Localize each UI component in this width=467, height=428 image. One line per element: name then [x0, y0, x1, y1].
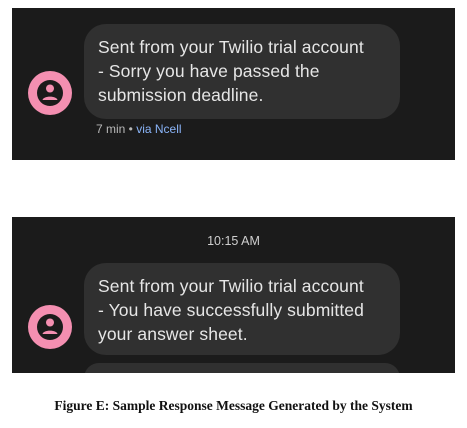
message-line: your answer sheet. — [98, 324, 248, 344]
message-bubble[interactable]: Sent from your Twilio trial account - So… — [84, 24, 400, 119]
message-line: - Sorry you have passed the — [98, 61, 320, 81]
message-line: submission deadline. — [98, 85, 264, 105]
message-line: Sent from your Twilio trial account — [98, 37, 364, 57]
message-time: 7 min — [96, 122, 126, 136]
message-screenshot-1: Sent from your Twilio trial account - So… — [12, 8, 455, 160]
figure-caption: Figure E: Sample Response Message Genera… — [54, 398, 413, 413]
person-icon — [37, 314, 63, 340]
next-message-bubble[interactable] — [84, 363, 400, 373]
message-line: Sent from your Twilio trial account — [98, 276, 364, 296]
message-screenshot-2: 10:15 AM Sent from your Twilio trial acc… — [12, 217, 455, 373]
contact-avatar[interactable] — [28, 71, 72, 115]
conversation-timestamp: 10:15 AM — [207, 234, 260, 248]
carrier-label: via Ncell — [136, 122, 182, 136]
meta-separator: • — [125, 122, 137, 136]
message-meta: 7 min • via Ncell — [96, 122, 182, 136]
person-icon — [37, 80, 63, 106]
message-line: - You have successfully submitted — [98, 300, 364, 320]
message-bubble[interactable]: Sent from your Twilio trial account - Yo… — [84, 263, 400, 355]
contact-avatar[interactable] — [28, 305, 72, 349]
